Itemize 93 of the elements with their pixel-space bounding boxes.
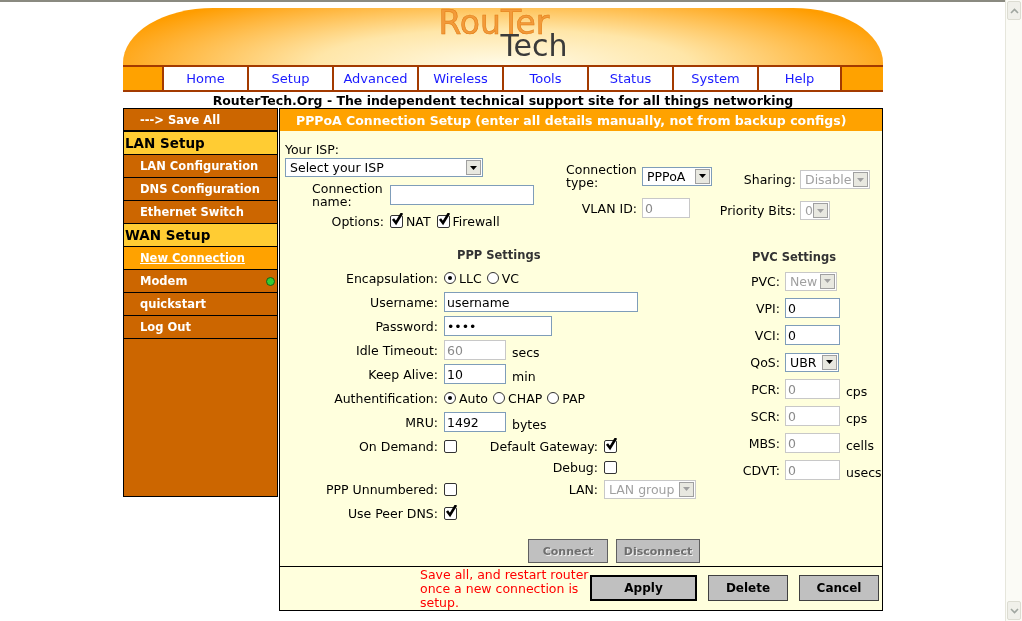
nav-tab[interactable]: Setup	[247, 67, 332, 90]
field-label: Options:	[331, 214, 384, 229]
unit-label: cps	[846, 411, 868, 426]
field-label: PVC:	[750, 273, 780, 289]
radio-label: VC	[501, 270, 519, 286]
text-field[interactable]: 0	[785, 325, 840, 345]
connection-name-field[interactable]	[390, 185, 534, 205]
footer-button[interactable]: Apply	[590, 575, 697, 601]
footer-button[interactable]: Cancel	[799, 575, 879, 601]
logo: RouTer Tech	[438, 6, 568, 65]
text-field[interactable]: 10	[444, 364, 506, 384]
field-label: Encapsulation:	[346, 270, 438, 286]
caret-icon	[470, 165, 477, 170]
field-label: Authentification:	[334, 390, 438, 406]
field-label: Connection name:	[312, 182, 384, 208]
unit-label: secs	[512, 345, 540, 360]
field-label: Idle Timeout:	[355, 342, 438, 358]
field-label: Username:	[370, 294, 438, 310]
radio-button[interactable]	[547, 392, 560, 404]
caret-icon	[824, 279, 831, 283]
radio-button[interactable]	[444, 272, 456, 284]
field-label: Your ISP:	[285, 142, 341, 158]
caret-icon	[699, 174, 706, 178]
checkbox[interactable]	[444, 482, 457, 496]
checkbox[interactable]	[390, 215, 403, 228]
field-label: MBS:	[748, 435, 780, 451]
text-field[interactable]: 0	[785, 298, 840, 318]
nav-tab[interactable]: Home	[162, 67, 247, 90]
unit-label: cps	[846, 384, 868, 399]
field-label: Password:	[375, 318, 438, 334]
dropdown[interactable]: UBR	[785, 352, 839, 372]
field-label: Keep Alive:	[368, 366, 438, 382]
username-field[interactable]: username	[444, 292, 638, 312]
radio-button[interactable]	[493, 392, 506, 404]
field-label: SCR:	[750, 408, 780, 424]
field-label: Connection type:	[566, 163, 637, 189]
section-heading: WAN Setup	[124, 224, 277, 247]
radio-button[interactable]	[444, 392, 456, 404]
field-label: Sharing:	[743, 172, 796, 187]
unit-label: usecs	[846, 465, 882, 480]
tagline: RouterTech.Org - The independent technical support site for all things networking	[211, 93, 795, 108]
radio-label: Auto	[459, 390, 489, 406]
footer-button[interactable]: Delete	[708, 575, 788, 601]
section-title: PPP Settings	[456, 248, 542, 262]
field-label: LAN:	[568, 481, 598, 497]
caret-icon	[817, 208, 824, 213]
field-label: CDVT:	[742, 462, 780, 478]
field-label: Debug:	[552, 460, 598, 475]
field-label: VPI:	[756, 300, 780, 316]
field-label: Default Gateway:	[489, 438, 598, 454]
nav-tab[interactable]: Help	[757, 67, 842, 90]
checkbox[interactable]	[444, 439, 457, 453]
option-label: Firewall	[452, 214, 500, 229]
dropdown[interactable]: Select your ISP	[285, 158, 483, 177]
text-field[interactable]: 1492	[444, 412, 506, 432]
checkbox[interactable]	[444, 506, 457, 520]
unit-label: min	[512, 369, 536, 384]
field-label: VLAN ID:	[581, 200, 637, 216]
radio-label: CHAP	[508, 390, 543, 406]
chevron-up-icon	[1009, 7, 1019, 14]
option-label: NAT	[406, 214, 431, 229]
warning-note: Save all, and restart router once a new connection is setup.	[420, 568, 590, 610]
checkbox[interactable]	[604, 439, 617, 453]
section-title: PVC Settings	[751, 250, 838, 264]
sidebar-item-label[interactable]: Modem	[140, 274, 188, 288]
dropdown[interactable]: PPPoA	[642, 166, 712, 186]
caret-icon	[857, 177, 864, 182]
nav-tab[interactable]: System	[672, 67, 757, 90]
checkbox[interactable]	[604, 461, 617, 474]
chevron-down-icon	[1009, 607, 1019, 614]
field-label: MRU:	[405, 414, 438, 430]
panel-title: PPPoA Connection Setup (enter all details manually, not from backup configs)	[280, 109, 882, 131]
password-field[interactable]: ••••	[444, 316, 552, 336]
nav-tab[interactable]: Advanced	[332, 67, 417, 90]
radio-label: LLC	[459, 270, 482, 286]
checkbox[interactable]	[436, 215, 450, 228]
field-label: On Demand:	[359, 438, 438, 454]
nav-tab[interactable]: Wireless	[417, 67, 502, 90]
field-label: Use Peer DNS:	[347, 505, 438, 521]
nav-tab[interactable]: Status	[587, 67, 672, 90]
radio-button[interactable]	[486, 272, 499, 284]
caret-icon	[826, 360, 833, 364]
field-label: PCR:	[751, 381, 780, 397]
section-heading: LAN Setup	[124, 132, 277, 155]
nav-tab[interactable]: Tools	[502, 67, 587, 90]
field-label: PPP Unnumbered:	[326, 481, 438, 497]
unit-label: cells	[846, 438, 875, 453]
caret-icon	[683, 487, 690, 491]
field-label: Priority Bits:	[719, 203, 796, 218]
unit-label: bytes	[512, 417, 547, 432]
field-label: QoS:	[750, 354, 780, 370]
field-label: VCI:	[754, 327, 780, 343]
radio-label: PAP	[562, 390, 586, 406]
